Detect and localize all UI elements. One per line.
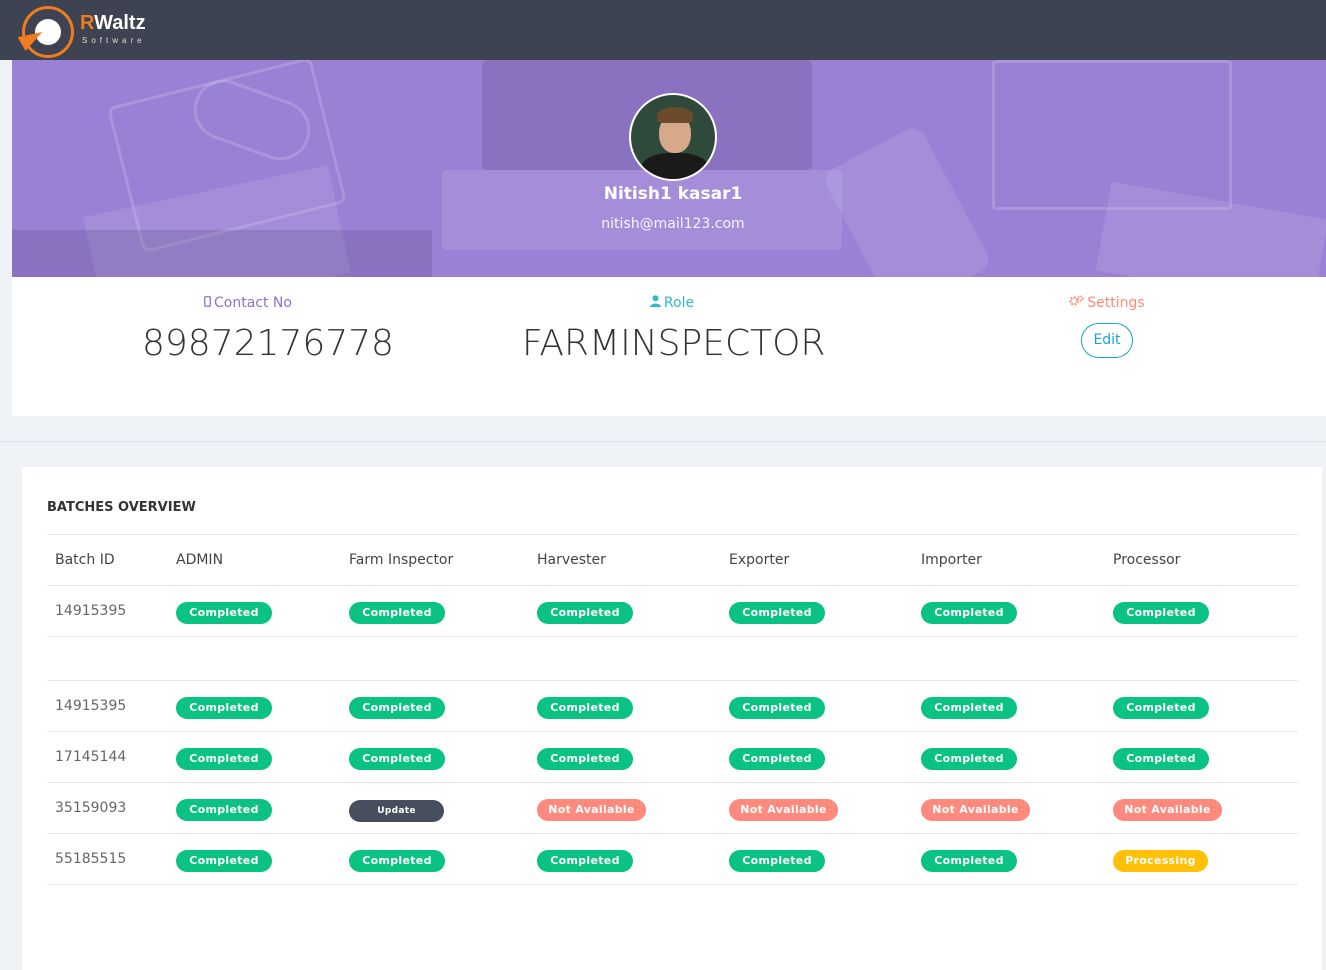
settings-section: Settings Edit [1052,295,1162,358]
role-section: Role FARMINSPECTOR [522,295,826,364]
status-badge: Completed [349,748,445,770]
batch-id: 55185515 [55,851,127,867]
status-badge: Completed [349,697,445,719]
contact-value: 89872176778 [142,323,394,364]
header-processor: Processor [1113,552,1181,568]
gears-icon [1069,295,1084,311]
header-importer: Importer [921,552,982,568]
status-badge: Completed [1113,748,1209,770]
status-badge: Completed [349,602,445,624]
status-badge: Not Available [1113,799,1222,821]
batch-id: 17145144 [55,749,127,765]
status-badge: Completed [537,697,633,719]
profile-name: Nitish1 kasar1 [603,184,743,204]
profile-info-panel: Contact No 89872176778 Role FARMINSPECTO… [12,277,1326,416]
header-admin: ADMIN [176,552,224,568]
status-badge: Completed [176,697,272,719]
role-value: FARMINSPECTOR [522,323,826,364]
edit-button[interactable]: Edit [1081,323,1133,358]
status-badge: Processing [1113,850,1208,872]
status-badge: Completed [176,748,272,770]
table-row: 14915395 Completed Completed Completed C… [47,681,1298,732]
status-badge: Not Available [729,799,838,821]
mobile-phone-icon [204,295,211,311]
status-badge: Completed [729,602,825,624]
header-farm-inspector: Farm Inspector [349,552,454,568]
role-label: Role [663,295,695,311]
status-badge: Completed [921,697,1017,719]
status-badge: Completed [1113,602,1209,624]
status-badge: Completed [537,748,633,770]
status-badge: Completed [921,850,1017,872]
table-row: 35159093 Completed Update Not Available … [47,783,1298,834]
profile-banner: Nitish1 kasar1 nitish@mail123.com [12,60,1326,277]
table-row: 55185515 Completed Completed Completed C… [47,834,1298,885]
header-harvester: Harvester [537,552,606,568]
section-divider [0,441,1326,442]
header-exporter: Exporter [729,552,790,568]
batch-id: 35159093 [55,800,127,816]
logo-subtext: Software [82,36,146,45]
status-badge: Completed [176,602,272,624]
status-badge: Completed [729,697,825,719]
table-row: 17145144 Completed Completed Completed C… [47,732,1298,783]
status-badge: Not Available [537,799,646,821]
table-header: Batch ID ADMIN Farm Inspector Harvester … [47,535,1298,586]
update-button[interactable]: Update [349,800,444,822]
status-badge: Completed [176,799,272,821]
rwaltz-logo[interactable]: RWaltz Software [17,4,162,58]
contact-section: Contact No 89872176778 [142,295,394,364]
settings-label: Settings [1087,295,1145,311]
status-badge: Completed [729,748,825,770]
logo-text: RWaltz [80,12,146,34]
status-badge: Completed [349,850,445,872]
card-title: BATCHES OVERVIEW [47,500,196,515]
status-badge: Completed [176,850,272,872]
status-badge: Completed [729,850,825,872]
batch-id: 14915395 [55,698,127,714]
status-badge: Completed [537,602,633,624]
status-badge: Completed [921,748,1017,770]
top-navbar: RWaltz Software [0,0,1326,60]
batch-id: 14915395 [55,603,127,619]
header-batch-id: Batch ID [55,552,115,568]
avatar [629,93,717,181]
batches-overview-card: BATCHES OVERVIEW Batch ID ADMIN Farm Ins… [22,467,1322,970]
status-badge: Completed [921,602,1017,624]
profile-email: nitish@mail123.com [601,216,745,232]
status-badge: Completed [537,850,633,872]
user-icon [649,295,661,311]
empty-row [47,637,1298,681]
table-row: 14915395 Completed Completed Completed C… [47,586,1298,637]
status-badge: Completed [1113,697,1209,719]
contact-label: Contact No [214,295,292,311]
status-badge: Not Available [921,799,1030,821]
